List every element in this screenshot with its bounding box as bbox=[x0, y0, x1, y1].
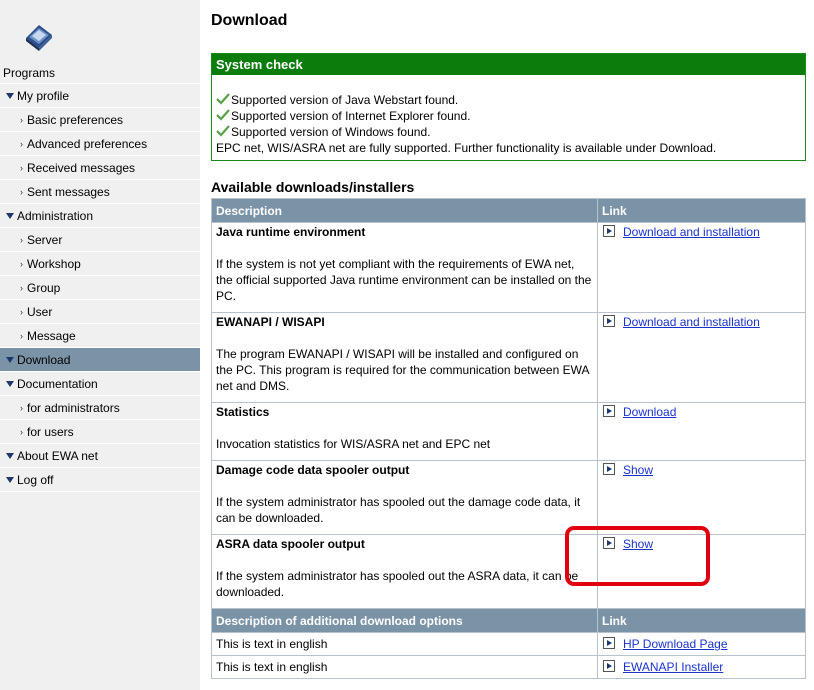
checkmark-icon bbox=[216, 109, 230, 121]
chevron-right-icon: › bbox=[20, 331, 23, 341]
chevron-right-icon: › bbox=[20, 403, 23, 413]
column-header-description: Description bbox=[211, 198, 598, 223]
check-item: Supported version of Internet Explorer f… bbox=[216, 108, 805, 124]
arrow-right-icon[interactable] bbox=[603, 537, 615, 549]
chevron-right-icon: › bbox=[20, 139, 23, 149]
sidebar-item-group[interactable]: › Group bbox=[0, 276, 200, 300]
row-description: Statistics Invocation statistics for WIS… bbox=[211, 402, 598, 461]
column-header-additional-link: Link bbox=[597, 608, 806, 633]
table-row: Statistics Invocation statistics for WIS… bbox=[211, 402, 806, 461]
chevron-right-icon: › bbox=[20, 307, 23, 317]
triangle-down-icon bbox=[6, 453, 14, 459]
chevron-right-icon: › bbox=[20, 283, 23, 293]
chevron-right-icon: › bbox=[20, 427, 23, 437]
row-link-cell: EWANAPI Installer bbox=[597, 655, 806, 679]
row-description: Java runtime environment If the system i… bbox=[211, 222, 598, 313]
triangle-down-icon bbox=[6, 93, 14, 99]
sidebar-item-server[interactable]: › Server bbox=[0, 228, 200, 252]
chevron-right-icon: › bbox=[20, 235, 23, 245]
row-description: This is text in english bbox=[211, 632, 598, 656]
table-row: This is text in english HP Download Page bbox=[211, 632, 806, 656]
arrow-right-icon[interactable] bbox=[603, 463, 615, 475]
triangle-down-icon bbox=[6, 477, 14, 483]
triangle-down-icon bbox=[6, 213, 14, 219]
check-item: Supported version of Windows found. bbox=[216, 124, 805, 140]
row-link-cell: Show bbox=[597, 534, 806, 609]
arrow-right-icon[interactable] bbox=[603, 225, 615, 237]
sidebar-item-advanced-preferences[interactable]: › Advanced preferences bbox=[0, 132, 200, 156]
table-header-row: Description of additional download optio… bbox=[211, 608, 806, 633]
row-link-cell: Download and installation bbox=[597, 312, 806, 403]
table-row: This is text in english EWANAPI Installe… bbox=[211, 655, 806, 679]
sidebar-item-user[interactable]: › User bbox=[0, 300, 200, 324]
sidebar-item-message[interactable]: › Message bbox=[0, 324, 200, 348]
checkmark-icon bbox=[216, 93, 230, 105]
sidebar-item-documentation[interactable]: Documentation bbox=[0, 372, 200, 396]
row-link-cell: Show bbox=[597, 460, 806, 535]
page-title: Download bbox=[211, 12, 288, 29]
chevron-right-icon: › bbox=[20, 259, 23, 269]
sidebar-item-workshop[interactable]: › Workshop bbox=[0, 252, 200, 276]
sidebar-item-administration[interactable]: Administration bbox=[0, 204, 200, 228]
app-logo-icon[interactable] bbox=[22, 20, 56, 54]
sidebar-section-programs: Programs bbox=[0, 61, 200, 84]
check-item: Supported version of Java Webstart found… bbox=[216, 92, 805, 108]
sidebar-item-basic-preferences[interactable]: › Basic preferences bbox=[0, 108, 200, 132]
table-row: Damage code data spooler output If the s… bbox=[211, 460, 806, 535]
sidebar-item-log-off[interactable]: Log off bbox=[0, 468, 200, 492]
chevron-right-icon: › bbox=[20, 115, 23, 125]
asra-show-link[interactable]: Show bbox=[623, 537, 653, 551]
java-download-link[interactable]: Download and installation bbox=[623, 225, 760, 239]
statistics-download-link[interactable]: Download bbox=[623, 405, 676, 419]
sidebar-item-download[interactable]: Download bbox=[0, 348, 200, 372]
system-check-body: Supported version of Java Webstart found… bbox=[212, 75, 805, 156]
row-description: This is text in english bbox=[211, 655, 598, 679]
checkmark-icon bbox=[216, 125, 230, 137]
chevron-right-icon: › bbox=[20, 163, 23, 173]
column-header-link: Link bbox=[597, 198, 806, 223]
row-link-cell: HP Download Page bbox=[597, 632, 806, 656]
sidebar-item-for-administrators[interactable]: › for administrators bbox=[0, 396, 200, 420]
column-header-additional-description: Description of additional download optio… bbox=[211, 608, 598, 633]
triangle-down-icon bbox=[6, 357, 14, 363]
downloads-table: Description Link Java runtime environmen… bbox=[211, 198, 806, 679]
row-description: ASRA data spooler output If the system a… bbox=[211, 534, 598, 609]
table-row: Java runtime environment If the system i… bbox=[211, 222, 806, 313]
damage-code-show-link[interactable]: Show bbox=[623, 463, 653, 477]
system-check-header: System check bbox=[212, 54, 805, 75]
sidebar-section-title: Programs bbox=[3, 66, 56, 80]
system-check-panel: System check Supported version of Java W… bbox=[211, 53, 806, 161]
downloads-heading: Available downloads/installers bbox=[211, 179, 415, 195]
table-row: ASRA data spooler output If the system a… bbox=[211, 534, 806, 609]
row-description: EWANAPI / WISAPI The program EWANAPI / W… bbox=[211, 312, 598, 403]
sidebar-item-for-users[interactable]: › for users bbox=[0, 420, 200, 444]
row-link-cell: Download bbox=[597, 402, 806, 461]
table-header-row: Description Link bbox=[211, 198, 806, 223]
sidebar-item-sent-messages[interactable]: › Sent messages bbox=[0, 180, 200, 204]
sidebar-item-received-messages[interactable]: › Received messages bbox=[0, 156, 200, 180]
chevron-right-icon: › bbox=[20, 187, 23, 197]
sidebar: Programs My profile › Basic preferences ›… bbox=[0, 0, 200, 690]
arrow-right-icon[interactable] bbox=[603, 660, 615, 672]
triangle-down-icon bbox=[6, 381, 14, 387]
arrow-right-icon[interactable] bbox=[603, 315, 615, 327]
sidebar-item-about-ewa-net[interactable]: About EWA net bbox=[0, 444, 200, 468]
row-description: Damage code data spooler output If the s… bbox=[211, 460, 598, 535]
ewanapi-download-link[interactable]: Download and installation bbox=[623, 315, 760, 329]
row-link-cell: Download and installation bbox=[597, 222, 806, 313]
arrow-right-icon[interactable] bbox=[603, 637, 615, 649]
table-row: EWANAPI / WISAPI The program EWANAPI / W… bbox=[211, 312, 806, 403]
ewanapi-installer-link[interactable]: EWANAPI Installer bbox=[623, 660, 723, 674]
arrow-right-icon[interactable] bbox=[603, 405, 615, 417]
system-check-summary: EPC net, WIS/ASRA net are fully supporte… bbox=[216, 141, 717, 155]
sidebar-item-my-profile[interactable]: My profile bbox=[0, 84, 200, 108]
hp-download-page-link[interactable]: HP Download Page bbox=[623, 637, 728, 651]
